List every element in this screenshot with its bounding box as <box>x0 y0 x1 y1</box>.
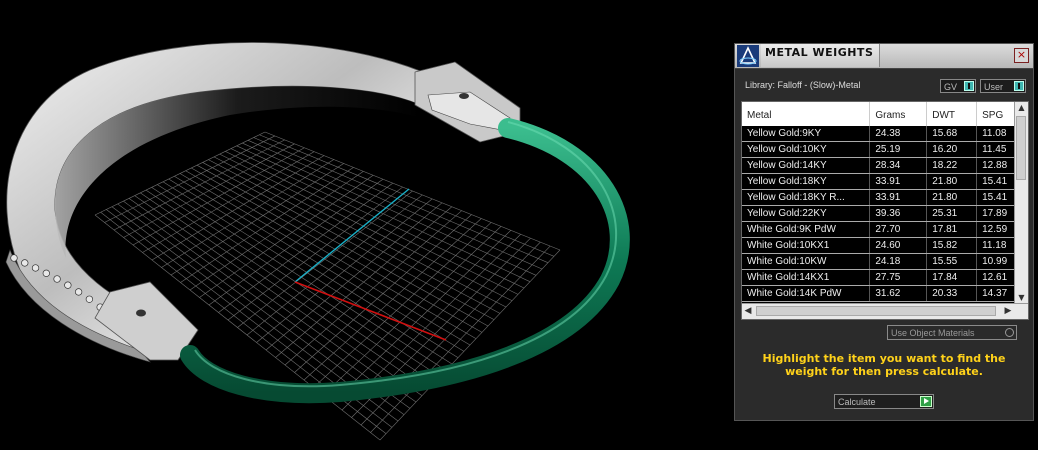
table-row[interactable]: Yellow Gold:22KY 39.36 25.31 17.89 <box>742 205 1028 222</box>
table-row[interactable]: Yellow Gold:18KY R... 33.91 21.80 15.41 <box>742 189 1028 206</box>
dropdown-toggle-icon[interactable] <box>1014 81 1024 91</box>
metal-weights-panel: METAL WEIGHTS × Library: Falloff - (Slow… <box>734 43 1034 421</box>
table-row[interactable]: Yellow Gold:10KY 25.19 16.20 11.45 <box>742 141 1028 158</box>
grams-cell[interactable]: 24.18 <box>869 253 928 270</box>
pave-stone <box>10 254 18 262</box>
metal-cell[interactable]: White Gold:14K PdW <box>742 285 871 302</box>
metal-cell[interactable]: White Gold:10KW <box>742 253 871 270</box>
table-row[interactable]: White Gold:10KX1 24.60 15.82 11.18 <box>742 237 1028 254</box>
pave-stone <box>31 264 40 272</box>
dwt-cell[interactable]: 17.81 <box>926 221 978 238</box>
pave-stone <box>42 269 50 277</box>
calculate-button[interactable]: Calculate <box>834 394 934 409</box>
gv-dropdown[interactable]: GV <box>940 79 976 93</box>
dwt-cell[interactable]: 21.80 <box>926 173 978 190</box>
scroll-left-icon[interactable]: ◀ <box>742 305 754 317</box>
table-row[interactable]: White Gold:10KW 24.18 15.55 10.99 <box>742 253 1028 270</box>
metal-cell[interactable]: Yellow Gold:22KY <box>742 205 871 222</box>
grams-cell[interactable]: 39.36 <box>869 205 928 222</box>
pave-stone <box>53 275 61 283</box>
table-row[interactable]: Yellow Gold:18KY 33.91 21.80 15.41 <box>742 173 1028 190</box>
app-logo-icon <box>737 45 759 67</box>
user-dropdown-label: User <box>984 82 1004 92</box>
metal-cell[interactable]: White Gold:10KX1 <box>742 237 871 254</box>
table-header-row: Metal Grams DWT SPG <box>742 102 1028 126</box>
column-header-metal[interactable]: Metal <box>742 102 871 126</box>
scroll-right-icon[interactable]: ▶ <box>1002 305 1014 317</box>
radio-icon[interactable] <box>1005 328 1014 337</box>
library-label: Library: Falloff - (Slow)-Metal <box>745 80 861 90</box>
grams-cell[interactable]: 31.62 <box>869 285 928 302</box>
metal-cell[interactable]: Yellow Gold:10KY <box>742 141 871 158</box>
panel-title: METAL WEIGHTS <box>765 46 874 59</box>
dwt-cell[interactable]: 16.20 <box>926 141 978 158</box>
bangle-metal-half[interactable] <box>5 42 433 363</box>
table-row[interactable]: White Gold:14K PdW 31.62 20.33 14.37 <box>742 285 1028 302</box>
dwt-cell[interactable]: 15.68 <box>926 126 978 142</box>
instruction-text: Highlight the item you want to find the … <box>762 352 1006 378</box>
dropdown-toggle-icon[interactable] <box>964 81 974 91</box>
table-row[interactable]: Yellow Gold:9KY 24.38 15.68 11.08 <box>742 126 1028 142</box>
metal-cell[interactable]: White Gold:9K PdW <box>742 221 871 238</box>
dwt-cell[interactable]: 21.80 <box>926 189 978 206</box>
table-row[interactable]: Yellow Gold:14KY 28.34 18.22 12.88 <box>742 157 1028 174</box>
vertical-scrollbar[interactable]: ▲ ▼ <box>1014 102 1028 304</box>
pave-stone <box>21 259 29 267</box>
grams-cell[interactable]: 33.91 <box>869 189 928 206</box>
dwt-cell[interactable]: 25.31 <box>926 205 978 222</box>
scroll-thumb[interactable] <box>756 306 996 316</box>
scroll-thumb[interactable] <box>1016 116 1026 180</box>
grams-cell[interactable]: 24.38 <box>869 126 928 142</box>
table-row[interactable]: White Gold:14KX1 27.75 17.84 12.61 <box>742 269 1028 286</box>
3d-viewport[interactable] <box>0 0 730 450</box>
dwt-cell[interactable]: 18.22 <box>926 157 978 174</box>
metal-cell[interactable]: Yellow Gold:14KY <box>742 157 871 174</box>
column-header-dwt[interactable]: DWT <box>926 102 978 126</box>
metal-cell[interactable]: Yellow Gold:18KY <box>742 173 871 190</box>
close-icon[interactable]: × <box>1014 48 1029 63</box>
pave-stone <box>85 295 94 303</box>
use-object-materials-label: Use Object Materials <box>891 328 975 338</box>
grams-cell[interactable]: 27.75 <box>869 269 928 286</box>
y-axis-line <box>294 188 410 283</box>
dwt-cell[interactable]: 15.82 <box>926 237 978 254</box>
metal-table[interactable]: Metal Grams DWT SPG Yellow Gold:9KY 24.38… <box>741 101 1029 320</box>
calculate-label: Calculate <box>838 397 876 407</box>
user-dropdown[interactable]: User <box>980 79 1026 93</box>
pave-stone <box>74 288 83 296</box>
play-icon[interactable] <box>920 396 932 407</box>
horizontal-scrollbar[interactable]: ◀ ▶ <box>742 303 1028 319</box>
scroll-up-icon[interactable]: ▲ <box>1015 102 1028 114</box>
gv-dropdown-label: GV <box>944 82 958 92</box>
grams-cell[interactable]: 24.60 <box>869 237 928 254</box>
table-row[interactable]: White Gold:9K PdW 27.70 17.81 12.59 <box>742 221 1028 238</box>
grams-cell[interactable]: 28.34 <box>869 157 928 174</box>
viewport-canvas[interactable] <box>0 0 730 450</box>
metal-cell[interactable]: White Gold:14KX1 <box>742 269 871 286</box>
pave-stone <box>64 281 72 289</box>
metal-cell[interactable]: Yellow Gold:18KY R... <box>742 189 871 206</box>
grams-cell[interactable]: 27.70 <box>869 221 928 238</box>
panel-titlebar[interactable]: METAL WEIGHTS × <box>735 44 1033 69</box>
column-header-grams[interactable]: Grams <box>869 102 928 126</box>
dwt-cell[interactable]: 15.55 <box>926 253 978 270</box>
use-object-materials-option[interactable]: Use Object Materials <box>887 325 1017 340</box>
dwt-cell[interactable]: 17.84 <box>926 269 978 286</box>
metal-cell[interactable]: Yellow Gold:9KY <box>742 126 871 142</box>
dwt-cell[interactable]: 20.33 <box>926 285 978 302</box>
grams-cell[interactable]: 25.19 <box>869 141 928 158</box>
grams-cell[interactable]: 33.91 <box>869 173 928 190</box>
